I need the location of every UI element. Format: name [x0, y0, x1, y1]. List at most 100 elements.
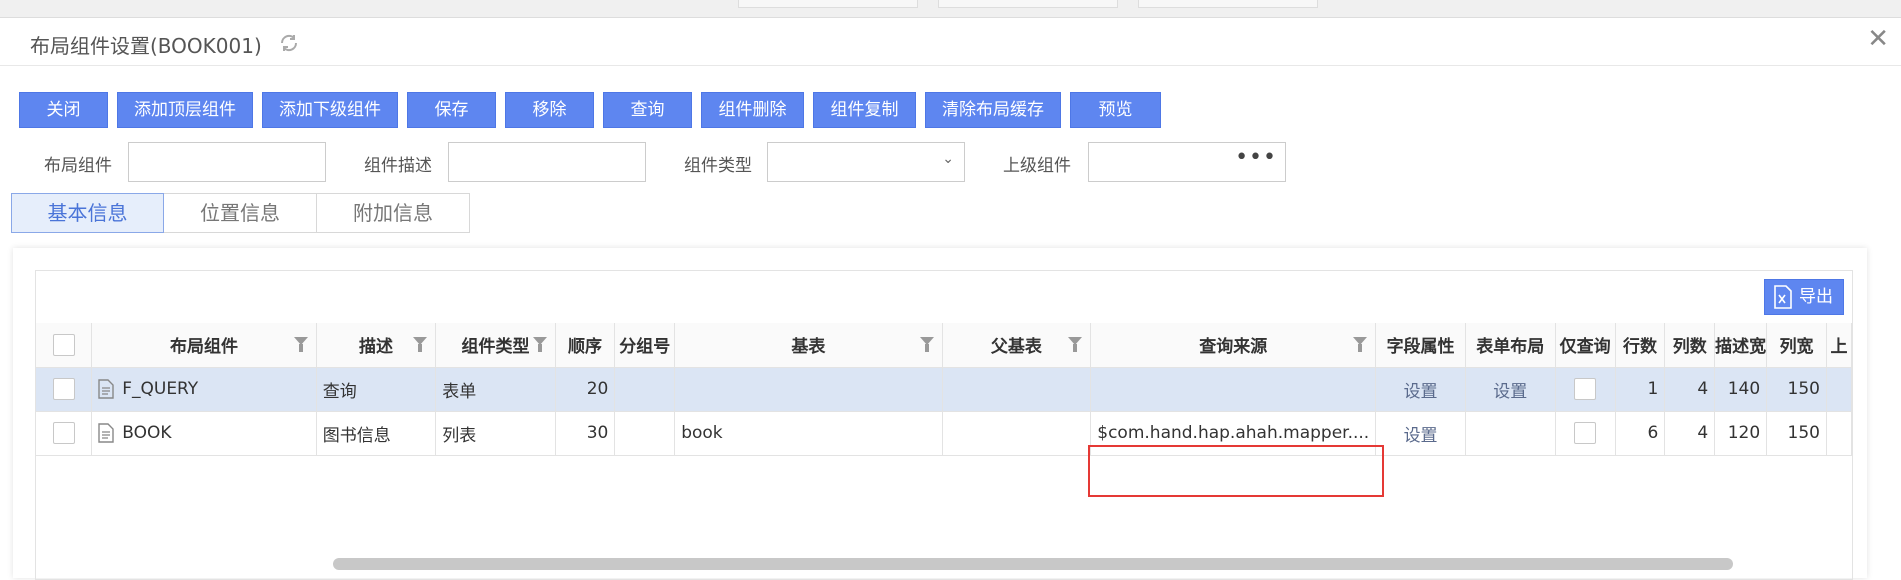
- parent-component-label: 上级组件: [1003, 156, 1071, 176]
- type-cell: 表单: [435, 367, 556, 412]
- order-cell: 20: [555, 367, 616, 412]
- field-attr-link[interactable]: 设置: [1375, 411, 1466, 456]
- more-options-icon[interactable]: •••: [1235, 145, 1277, 170]
- component-desc-label: 组件描述: [364, 156, 432, 176]
- query-only-cell: [1555, 411, 1616, 456]
- chevron-down-icon: ⌄: [942, 151, 954, 167]
- grid-table: 布局组件 描述 组件类型 顺序 分组号 基表 父基表 查询来源 字段属性 表单布…: [36, 323, 1853, 456]
- query-only-checkbox[interactable]: [1574, 422, 1597, 444]
- table-row[interactable]: F_QUERY 查询 表单 20 设置 设置 1 4 140 150: [36, 367, 1853, 412]
- column-header[interactable]: 基表: [674, 323, 943, 368]
- row-checkbox[interactable]: [52, 378, 75, 400]
- col-width-cell: 150: [1766, 411, 1827, 456]
- filter-icon[interactable]: [1068, 337, 1083, 352]
- clear-layout-cache-button[interactable]: 清除布局缓存: [925, 92, 1061, 128]
- close-icon[interactable]: ✕: [1867, 26, 1889, 52]
- column-header[interactable]: 顺序: [555, 323, 616, 368]
- desc-width-cell: 120: [1714, 411, 1768, 456]
- column-header[interactable]: 组件类型: [435, 323, 556, 368]
- background-tab[interactable]: [1138, 0, 1318, 8]
- query-source-cell: [1090, 367, 1377, 412]
- filter-icon[interactable]: [413, 337, 428, 352]
- select-all-header: [36, 323, 93, 368]
- field-attr-link[interactable]: 设置: [1375, 367, 1466, 412]
- preview-button[interactable]: 预览: [1070, 92, 1161, 128]
- cols-cell: 4: [1664, 367, 1716, 412]
- tab-bar: 基本信息 位置信息 附加信息: [11, 193, 470, 233]
- column-header[interactable]: 行数: [1615, 323, 1666, 368]
- query-only-checkbox[interactable]: [1574, 378, 1597, 400]
- column-header[interactable]: 列数: [1664, 323, 1716, 368]
- delete-component-button[interactable]: 组件删除: [701, 92, 804, 128]
- component-grid: 导出 布局组件 描述 组件类型 顺序 分组号 基表 父基表 查询来源 字段属性 …: [35, 270, 1853, 580]
- filter-icon[interactable]: [532, 337, 547, 352]
- tab-position-info[interactable]: 位置信息: [164, 193, 317, 233]
- column-header[interactable]: 布局组件: [91, 323, 317, 368]
- parent-component-lookup[interactable]: •••: [1088, 142, 1286, 182]
- window-title: 布局组件设置(BOOK001): [30, 34, 262, 58]
- parent-table-cell: [942, 367, 1092, 412]
- export-button[interactable]: 导出: [1764, 279, 1844, 315]
- add-top-component-button[interactable]: 添加顶层组件: [117, 92, 253, 128]
- cols-cell: 4: [1664, 411, 1716, 456]
- copy-component-button[interactable]: 组件复制: [813, 92, 916, 128]
- layout-component-cell: BOOK: [91, 411, 317, 456]
- base-table-cell: [674, 367, 943, 412]
- layout-component-label: 布局组件: [44, 156, 112, 176]
- overflow-cell: [1826, 411, 1853, 456]
- overflow-cell: [1826, 367, 1853, 412]
- component-desc-input[interactable]: [448, 142, 646, 182]
- top-tab-strip: [0, 0, 1901, 18]
- column-header[interactable]: 父基表: [942, 323, 1092, 368]
- horizontal-scrollbar[interactable]: [333, 558, 1733, 570]
- rows-cell: 6: [1615, 411, 1666, 456]
- desc-width-cell: 140: [1714, 367, 1768, 412]
- refresh-icon[interactable]: [278, 32, 300, 54]
- column-header[interactable]: 分组号: [614, 323, 676, 368]
- column-header[interactable]: 仅查询: [1555, 323, 1616, 368]
- layout-component-input[interactable]: [128, 142, 326, 182]
- layout-component-cell: F_QUERY: [91, 367, 317, 412]
- background-tab[interactable]: [938, 0, 1118, 8]
- save-button[interactable]: 保存: [407, 92, 496, 128]
- form-layout-link[interactable]: [1465, 411, 1556, 456]
- filter-icon[interactable]: [919, 337, 934, 352]
- action-toolbar: 关闭 添加顶层组件 添加下级组件 保存 移除 查询 组件删除 组件复制 清除布局…: [19, 92, 1170, 128]
- close-button[interactable]: 关闭: [19, 92, 108, 128]
- form-layout-link[interactable]: 设置: [1465, 367, 1556, 412]
- column-header[interactable]: 列宽: [1766, 323, 1827, 368]
- row-checkbox[interactable]: [52, 422, 75, 444]
- column-header[interactable]: 描述宽: [1714, 323, 1768, 368]
- tab-additional-info[interactable]: 附加信息: [317, 193, 470, 233]
- component-type-label: 组件类型: [684, 156, 752, 176]
- table-header-row: 布局组件 描述 组件类型 顺序 分组号 基表 父基表 查询来源 字段属性 表单布…: [36, 323, 1853, 368]
- column-header[interactable]: 表单布局: [1465, 323, 1556, 368]
- add-child-component-button[interactable]: 添加下级组件: [262, 92, 398, 128]
- component-type-select[interactable]: ⌄: [767, 142, 965, 182]
- base-table-cell: book: [674, 411, 943, 456]
- parent-table-cell: [942, 411, 1092, 456]
- filter-icon[interactable]: [293, 337, 308, 352]
- content-panel: 导出 布局组件 描述 组件类型 顺序 分组号 基表 父基表 查询来源 字段属性 …: [13, 248, 1867, 580]
- background-tab[interactable]: [738, 0, 918, 8]
- desc-cell: 图书信息: [316, 411, 437, 456]
- filter-icon[interactable]: [1353, 337, 1368, 352]
- column-header[interactable]: 字段属性: [1375, 323, 1466, 368]
- query-only-cell: [1555, 367, 1616, 412]
- group-cell: [614, 411, 676, 456]
- column-header[interactable]: 查询来源: [1090, 323, 1377, 368]
- column-header[interactable]: 描述: [316, 323, 437, 368]
- remove-button[interactable]: 移除: [505, 92, 594, 128]
- order-cell: 30: [555, 411, 616, 456]
- table-row[interactable]: BOOK 图书信息 列表 30 book $com.hand.hap.ahah.…: [36, 411, 1853, 456]
- select-all-checkbox[interactable]: [52, 333, 75, 356]
- row-select-cell: [36, 411, 93, 456]
- column-header[interactable]: 上: [1826, 323, 1853, 368]
- query-source-cell: $com.hand.hap.ahah.mapper....: [1090, 411, 1377, 456]
- row-select-cell: [36, 367, 93, 412]
- window-titlebar: 布局组件设置(BOOK001) ✕: [0, 18, 1901, 66]
- desc-cell: 查询: [316, 367, 437, 412]
- rows-cell: 1: [1615, 367, 1666, 412]
- tab-basic-info[interactable]: 基本信息: [11, 193, 164, 233]
- query-button[interactable]: 查询: [603, 92, 692, 128]
